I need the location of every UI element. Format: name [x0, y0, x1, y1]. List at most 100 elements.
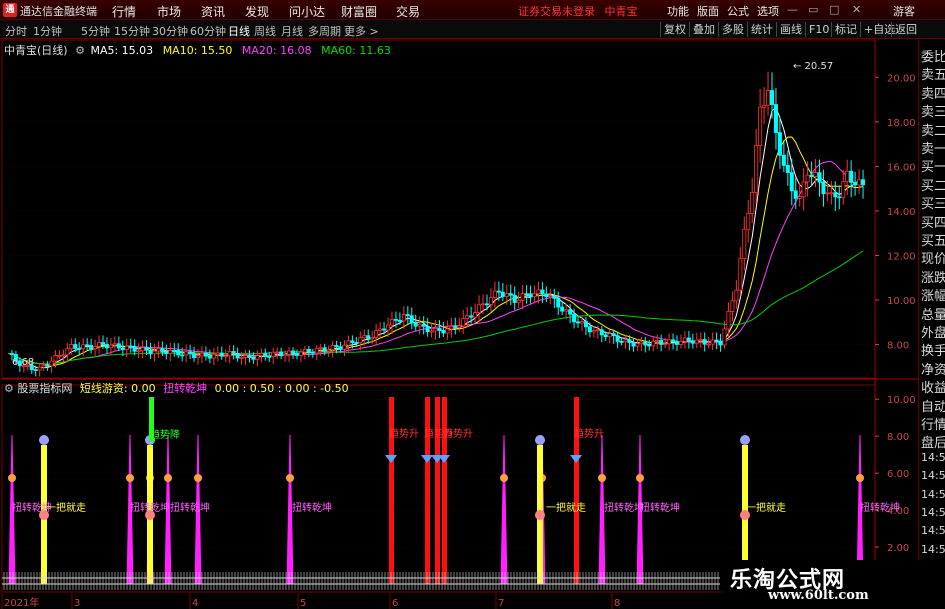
x-tick-label: 7 — [498, 598, 504, 609]
candle-body — [156, 348, 161, 352]
side-item[interactable]: 净资 — [921, 359, 945, 378]
candle-body — [849, 170, 854, 183]
settings-icon[interactable]: ⚙ — [75, 44, 85, 57]
red-bar — [435, 397, 440, 584]
candle-body — [263, 353, 268, 357]
candle-body — [215, 352, 220, 356]
side-item[interactable]: 14:50 — [921, 469, 945, 482]
candle-body — [445, 328, 450, 334]
y-tick-label: 8.00 — [887, 341, 909, 352]
side-item[interactable]: 行情 — [921, 414, 945, 433]
candle-body — [386, 324, 391, 331]
settings-icon[interactable]: ⚙ — [4, 382, 14, 395]
side-item[interactable]: 买五 — [921, 230, 945, 249]
candle-body — [397, 319, 402, 322]
y-tick-label: 16.00 — [887, 162, 916, 173]
candle-body — [829, 192, 834, 195]
y-tick-label: 8.00 — [887, 432, 909, 443]
candle-body — [140, 347, 145, 352]
side-item[interactable]: 买二 — [921, 175, 945, 194]
candle-body — [488, 297, 493, 305]
candle-body — [184, 351, 189, 356]
candle-body — [318, 347, 323, 350]
candle-body — [635, 343, 640, 347]
candle-body — [112, 343, 117, 346]
signal-marker-icon — [636, 474, 644, 482]
candle-body — [176, 350, 181, 356]
candle-body — [678, 340, 683, 345]
candle-body — [777, 132, 782, 156]
candle-body — [291, 350, 296, 354]
candle-body — [552, 295, 557, 299]
side-item[interactable]: 外盘 — [921, 322, 945, 341]
candle-body — [512, 294, 517, 303]
signal-marker-icon — [598, 474, 606, 482]
candle-body — [128, 345, 133, 348]
candle-body — [374, 330, 379, 338]
x-tick-label: 3 — [74, 598, 80, 609]
twist-signal: 扭转乾坤 — [130, 501, 170, 514]
candle-body — [738, 258, 743, 291]
side-item[interactable]: 委比 — [921, 46, 945, 65]
side-item[interactable]: 买四 — [921, 212, 945, 231]
candle-body — [251, 357, 256, 360]
side-item[interactable]: 盘后 — [921, 432, 945, 451]
candle-body — [358, 337, 363, 344]
side-item[interactable]: 涨幅 — [921, 285, 945, 304]
side-item[interactable]: 14:50 — [921, 506, 945, 519]
candle-body — [528, 293, 533, 298]
candle-body — [627, 339, 632, 343]
side-item[interactable]: 卖五 — [921, 64, 945, 83]
side-item[interactable]: 14:50 — [921, 451, 945, 464]
candle-body — [821, 181, 826, 195]
chart-area[interactable]: 20.00 18.00 16.00 14.00 12.00 10.00 8.00 10.00 8… — [0, 0, 918, 609]
candle-body — [623, 339, 628, 343]
candle-body — [500, 291, 505, 297]
side-item[interactable]: 卖二 — [921, 120, 945, 139]
side-item[interactable]: 现价 — [921, 248, 945, 267]
side-item[interactable]: 14:50 — [921, 543, 945, 556]
candle-body — [579, 321, 584, 324]
candle-body — [722, 328, 727, 346]
candle-body — [568, 309, 573, 315]
candle-body — [769, 90, 774, 106]
side-item[interactable]: 卖三 — [921, 101, 945, 120]
candle-body — [789, 172, 794, 192]
side-item[interactable]: 14:50 — [921, 488, 945, 501]
side-item[interactable]: 买三 — [921, 193, 945, 212]
side-item[interactable]: 总量 — [921, 304, 945, 323]
side-item[interactable]: 涨跌 — [921, 267, 945, 286]
candle-body — [413, 322, 418, 327]
candle-body — [279, 351, 284, 357]
ma20-label: MA20: 16.08 — [241, 44, 312, 57]
twist-signal: 扭转乾坤 — [604, 501, 644, 514]
y-tick-label: 2.00 — [887, 543, 909, 554]
candle-body — [762, 104, 767, 108]
candle-body — [37, 366, 42, 371]
candle-body — [69, 344, 74, 350]
candle-body — [441, 330, 446, 334]
side-item[interactable]: 收益 — [921, 377, 945, 396]
side-item[interactable]: 卖一 — [921, 138, 945, 157]
candle-body — [370, 337, 375, 340]
candle-body — [492, 290, 497, 299]
side-item[interactable]: 换手 — [921, 340, 945, 359]
candle-body — [207, 355, 212, 359]
sub-chart-header: ⚙ 股票指标网 短线游资: 0.00 扭转乾坤 0.00 : 0.50 : 0.… — [4, 380, 349, 396]
candle-body — [389, 318, 394, 326]
candle-body — [718, 340, 723, 346]
candle-body — [710, 339, 715, 345]
candle-body — [203, 352, 208, 357]
candle-body — [837, 196, 842, 199]
candle-body — [97, 342, 102, 347]
candle-body — [93, 346, 98, 350]
trend-label: 短线游资: 0.00 — [79, 382, 156, 395]
candle-body — [599, 329, 604, 336]
candle-body — [730, 300, 735, 312]
y-tick-label: 12.00 — [887, 251, 916, 262]
side-item[interactable]: 卖四 — [921, 83, 945, 102]
side-item[interactable]: 14:50 — [921, 524, 945, 537]
side-item[interactable]: 自动 — [921, 396, 945, 415]
side-item[interactable]: 买一 — [921, 156, 945, 175]
candle-body — [61, 354, 66, 357]
